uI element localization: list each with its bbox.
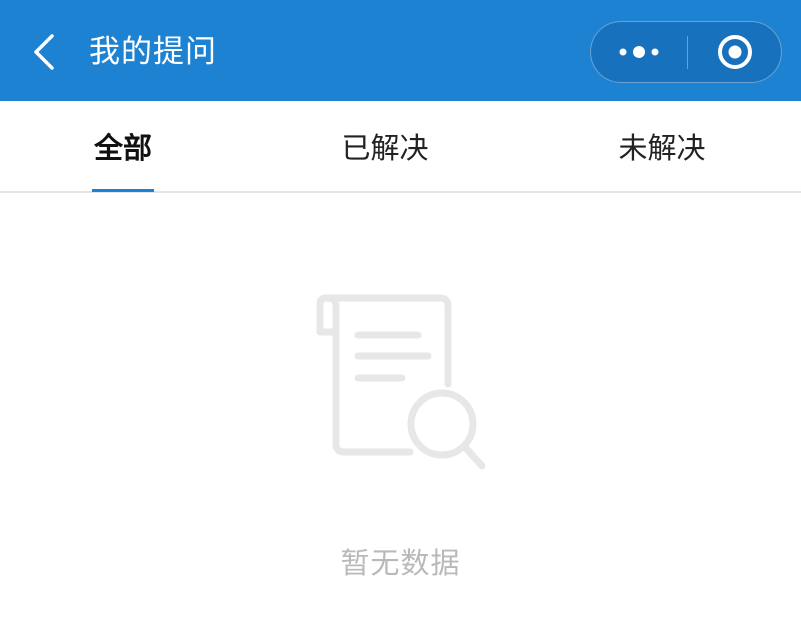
document-search-icon [316,294,486,470]
tab-bar: 全部 已解决 未解决 [0,101,801,193]
page-title: 我的提问 [89,34,217,70]
tab-all[interactable]: 全部 [62,101,184,191]
close-button[interactable] [688,22,782,81]
tab-unresolved[interactable]: 未解决 [597,101,727,191]
chevron-left-icon [34,34,54,70]
navigation-bar: 我的提问 [0,0,801,101]
empty-state-message: 暂无数据 [340,546,461,580]
tab-resolved[interactable]: 已解决 [320,101,450,191]
app-root: 我的提问 全部 已解决 未解决 暂无数据 [0,0,801,627]
miniprogram-capsule [590,21,782,83]
more-dots-icon [619,45,659,58]
more-button[interactable] [591,22,687,81]
target-circle-icon [718,34,752,69]
back-button[interactable] [24,30,64,74]
active-tab-indicator [92,189,154,192]
